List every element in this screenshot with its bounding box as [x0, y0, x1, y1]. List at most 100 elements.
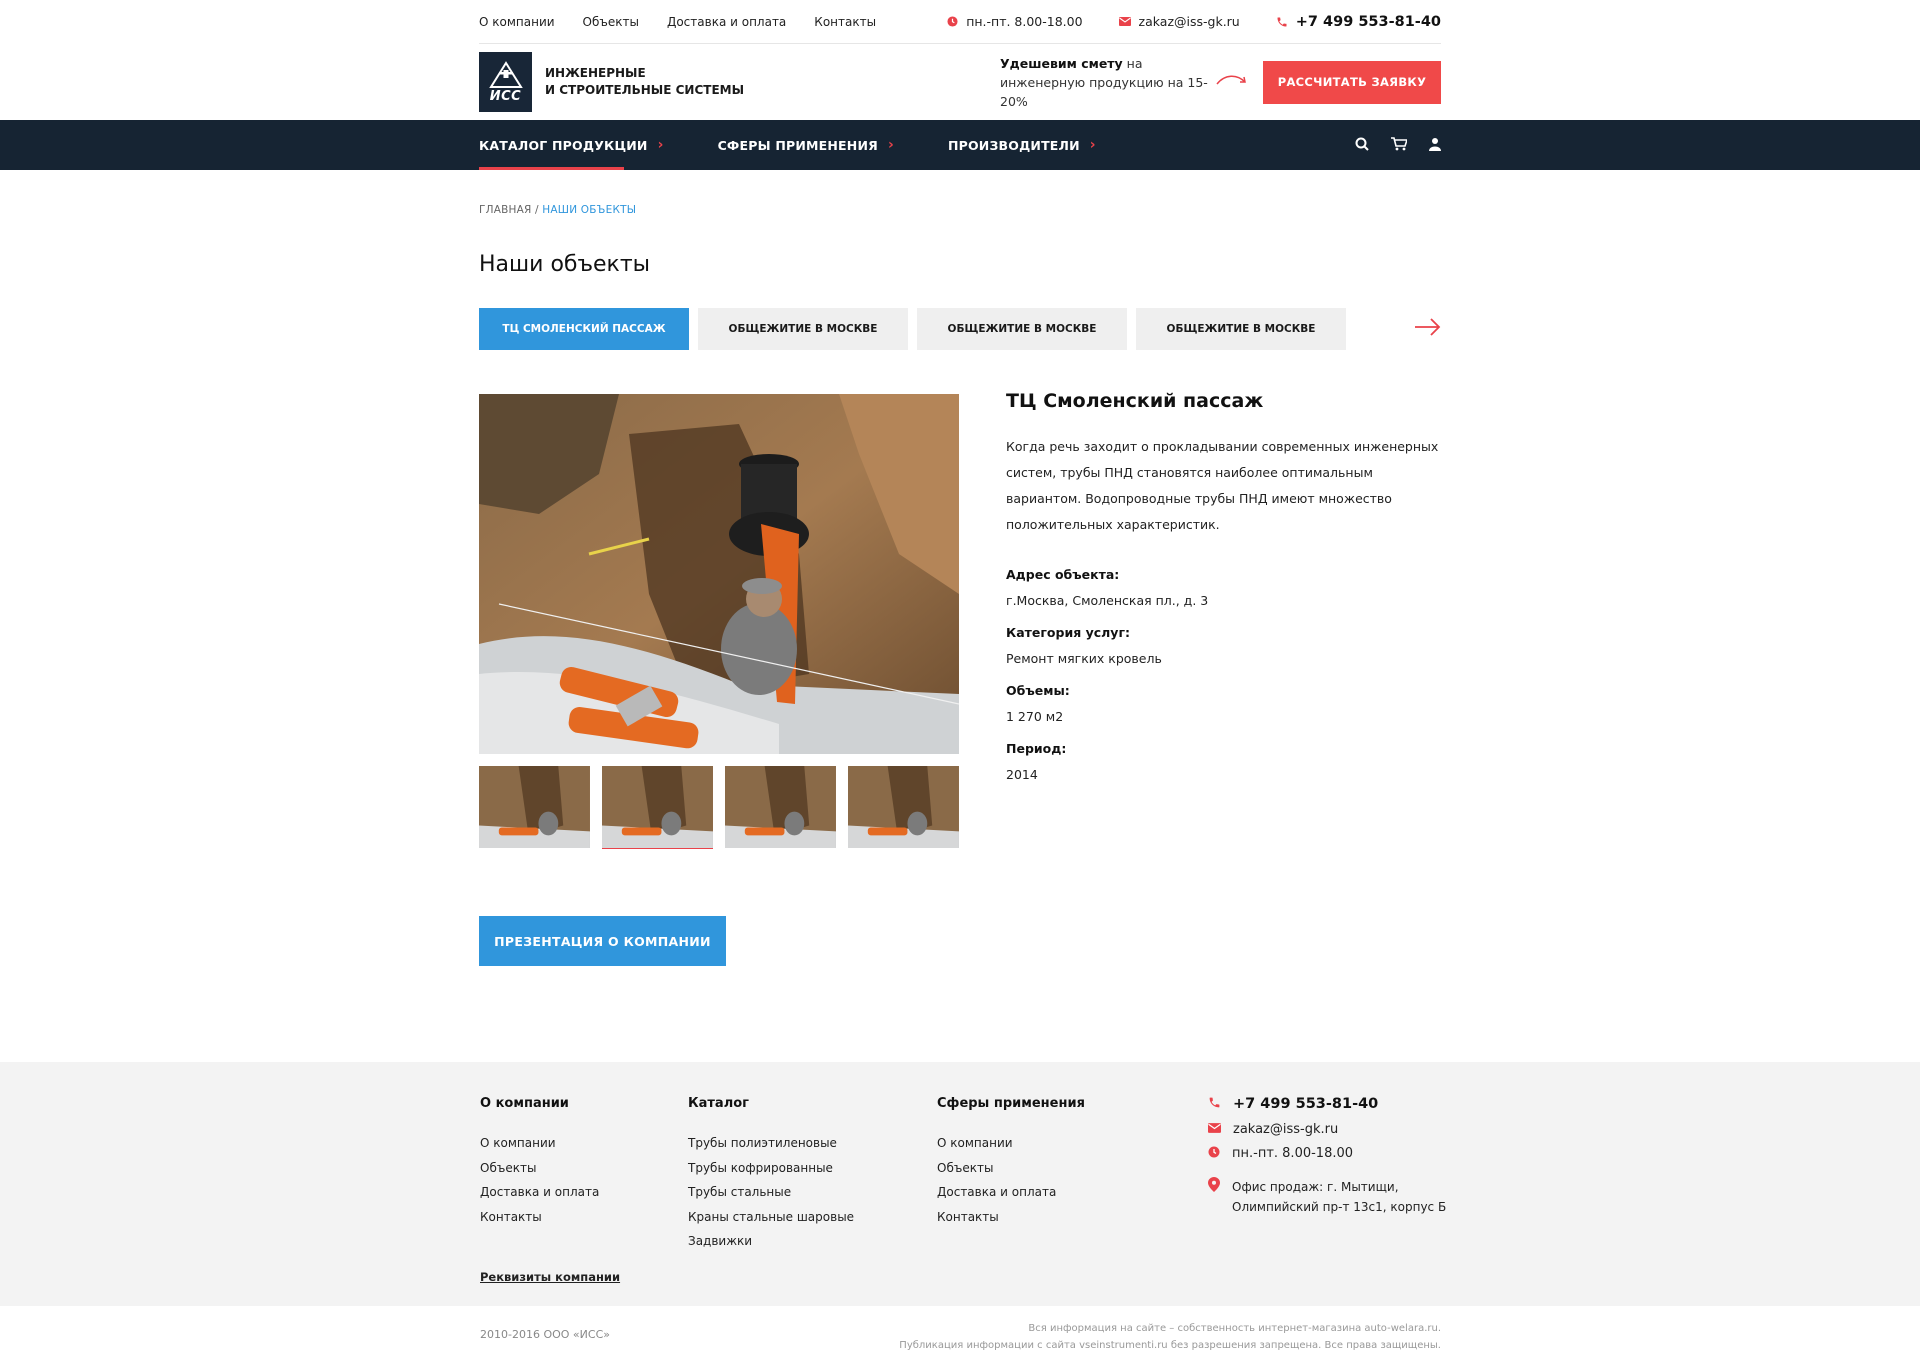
category-value: Ремонт мягких кровель	[1006, 651, 1162, 666]
thumbnail-4[interactable]	[848, 766, 959, 849]
footer: О компании О компании Объекты Доставка и…	[0, 1062, 1920, 1306]
phone-contact[interactable]: +7 499 553-81-40	[1276, 14, 1441, 30]
company-name-line1: ИНЖЕНЕРНЫЕ	[545, 66, 646, 80]
curved-arrow-icon	[1215, 72, 1251, 92]
page-title: Наши объекты	[479, 252, 651, 277]
map-pin-icon	[1208, 1177, 1220, 1196]
nav-manufacturers[interactable]: ПРОИЗВОДИТЕЛИ ›	[948, 120, 1096, 170]
object-info: ТЦ Смоленский пассаж Когда речь заходит …	[1006, 390, 1446, 794]
footer-address-line1: Офис продаж: г. Мытищи,	[1232, 1180, 1399, 1194]
footer-link[interactable]: Трубы кофрированные	[688, 1161, 833, 1175]
company-requisites-link[interactable]: Реквизиты компании	[480, 1270, 620, 1284]
breadcrumb-separator: /	[531, 204, 543, 216]
top-contacts: пн.-пт. 8.00-18.00 zakaz@iss-gk.ru +7 49…	[947, 14, 1441, 30]
top-nav-about[interactable]: О компании	[479, 15, 555, 29]
footer-col-catalog-title: Каталог	[688, 1096, 749, 1111]
nav-catalog[interactable]: КАТАЛОГ ПРОДУКЦИИ ›	[479, 120, 664, 170]
footer-link[interactable]: О компании	[480, 1136, 556, 1150]
address-label: Адрес объекта:	[1006, 567, 1120, 582]
tab-dormitory-1[interactable]: ОБЩЕЖИТИЕ В МОСКВЕ	[698, 308, 908, 350]
footer-col-applications-title: Сферы применения	[937, 1096, 1085, 1111]
nav-manufacturers-label: ПРОИЗВОДИТЕЛИ	[947, 137, 1080, 153]
tab-dormitory-2[interactable]: ОБЩЕЖИТИЕ В МОСКВЕ	[917, 308, 1127, 350]
footer-link[interactable]: Контакты	[480, 1210, 542, 1224]
legal-line2: Публикация информации с сайта vseinstrum…	[899, 1340, 1441, 1351]
top-nav: О компании Объекты Доставка и оплата Кон…	[479, 15, 876, 29]
user-icon[interactable]	[1429, 136, 1441, 155]
email-link[interactable]: zakaz@iss-gk.ru	[1139, 14, 1240, 29]
footer-phone[interactable]: +7 499 553-81-40	[1208, 1096, 1448, 1113]
footer-link[interactable]: Контакты	[937, 1210, 999, 1224]
copyright: 2010-2016 ООО «ИСС»	[480, 1328, 610, 1341]
work-hours-text: пн.-пт. 8.00-18.00	[966, 14, 1083, 29]
top-nav-contacts[interactable]: Контакты	[814, 15, 876, 29]
promo-bold: Удешевим смету	[1000, 55, 1123, 71]
footer-col-about: О компании О компании Объекты Доставка и…	[480, 1096, 599, 1229]
main-photo[interactable]	[479, 394, 959, 754]
phone-icon	[1208, 1096, 1221, 1113]
breadcrumb-current: НАШИ ОБЪЕКТЫ	[542, 204, 637, 216]
thumbnail-2[interactable]	[602, 766, 713, 849]
footer-link[interactable]: Объекты	[937, 1161, 993, 1175]
tab-dormitory-3[interactable]: ОБЩЕЖИТИЕ В МОСКВЕ	[1136, 308, 1346, 350]
email-contact[interactable]: zakaz@iss-gk.ru	[1118, 14, 1240, 29]
bottom-bar: 2010-2016 ООО «ИСС» Вся информация на са…	[0, 1306, 1920, 1369]
footer-email[interactable]: zakaz@iss-gk.ru	[1208, 1122, 1448, 1137]
clock-icon	[947, 16, 958, 27]
photo-gallery	[479, 394, 959, 849]
volume-value: 1 270 м2	[1006, 709, 1064, 724]
footer-hours: пн.-пт. 8.00-18.00	[1208, 1146, 1448, 1162]
company-name: ИНЖЕНЕРНЫЕ И СТРОИТЕЛЬНЫЕ СИСТЕМЫ	[545, 65, 744, 99]
footer-col-about-title: О компании	[480, 1096, 569, 1111]
footer-phone-text: +7 499 553-81-40	[1233, 1096, 1379, 1112]
legal-notice: Вся информация на сайте – собственность …	[899, 1320, 1441, 1354]
thumbnail-strip	[479, 766, 959, 849]
thumbnail-1[interactable]	[479, 766, 590, 849]
footer-col-catalog: Каталог Трубы полиэтиленовые Трубы кофри…	[688, 1096, 854, 1254]
footer-link[interactable]: Трубы стальные	[688, 1185, 791, 1199]
address-value: г.Москва, Смоленская пл., д. 3	[1006, 593, 1209, 608]
company-name-line2: И СТРОИТЕЛЬНЫЕ СИСТЕМЫ	[545, 83, 745, 97]
cart-icon[interactable]	[1391, 136, 1409, 155]
arrow-right-icon[interactable]	[1415, 318, 1441, 340]
logo-text: ИСС	[489, 88, 522, 104]
mail-icon	[1118, 17, 1131, 26]
footer-link[interactable]: Краны стальные шаровые	[688, 1210, 854, 1224]
period-label: Период:	[1006, 741, 1067, 756]
company-presentation-button[interactable]: ПРЕЗЕНТАЦИЯ О КОМПАНИИ	[479, 916, 726, 966]
footer-link[interactable]: Доставка и оплата	[480, 1185, 599, 1199]
footer-link[interactable]: Задвижки	[688, 1234, 752, 1248]
footer-link[interactable]: О компании	[937, 1136, 1013, 1150]
footer-hours-text: пн.-пт. 8.00-18.00	[1232, 1146, 1354, 1161]
calculate-request-button[interactable]: РАССЧИТАТЬ ЗАЯВКУ	[1263, 60, 1441, 104]
tab-smolensky-passage[interactable]: ТЦ СМОЛЕНСКИЙ ПАССАЖ	[479, 308, 689, 350]
search-icon[interactable]	[1355, 136, 1369, 155]
promo-text: Удешевим смету на инженерную продукцию н…	[1000, 54, 1215, 111]
object-description: Когда речь заходит о прокладывании совре…	[1006, 439, 1439, 532]
period-value: 2014	[1006, 767, 1038, 782]
footer-address-text: Офис продаж: г. Мытищи, Олимпийский пр-т…	[1232, 1177, 1446, 1217]
category-label: Категория услуг:	[1006, 625, 1130, 640]
object-tabs: ТЦ СМОЛЕНСКИЙ ПАССАЖ ОБЩЕЖИТИЕ В МОСКВЕ …	[479, 308, 1441, 350]
footer-link[interactable]: Доставка и оплата	[937, 1185, 1056, 1199]
logo-emblem-icon	[488, 60, 523, 88]
chevron-right-icon: ›	[887, 137, 894, 153]
phone-icon	[1276, 16, 1288, 28]
footer-address-line2: Олимпийский пр-т 13с1, корпус Б	[1232, 1200, 1447, 1214]
nav-catalog-label: КАТАЛОГ ПРОДУКЦИИ	[479, 137, 648, 153]
work-hours: пн.-пт. 8.00-18.00	[947, 14, 1083, 29]
thumbnail-3[interactable]	[725, 766, 836, 849]
nav-applications[interactable]: СФЕРЫ ПРИМЕНЕНИЯ ›	[718, 120, 894, 170]
footer-link[interactable]: Объекты	[480, 1161, 536, 1175]
logo[interactable]: ИСС	[479, 52, 532, 112]
breadcrumb-home[interactable]: ГЛАВНАЯ	[479, 204, 531, 216]
phone-link[interactable]: +7 499 553-81-40	[1296, 14, 1441, 30]
legal-line1: Вся информация на сайте – собственность …	[1028, 1323, 1441, 1334]
main-nav: КАТАЛОГ ПРОДУКЦИИ › СФЕРЫ ПРИМЕНЕНИЯ › П…	[0, 120, 1920, 170]
footer-link[interactable]: Трубы полиэтиленовые	[688, 1136, 837, 1150]
top-nav-objects[interactable]: Объекты	[583, 15, 639, 29]
top-nav-delivery[interactable]: Доставка и оплата	[667, 15, 786, 29]
object-title: ТЦ Смоленский пассаж	[1006, 390, 1264, 412]
mail-icon	[1208, 1122, 1221, 1137]
nav-icons	[1355, 136, 1441, 155]
